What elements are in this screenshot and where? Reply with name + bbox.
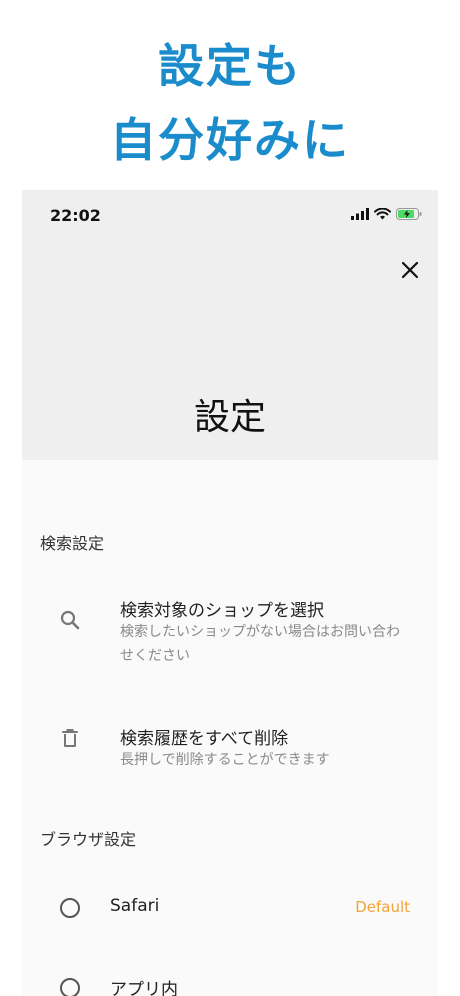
clear-history-subtitle: 長押しで削除することができます [120, 752, 330, 768]
radio-in-app-label: アプリ内 [110, 980, 178, 996]
promo-line-1: 設定も [158, 39, 302, 93]
radio-safari-label: Safari [110, 896, 160, 916]
clear-history-title: 検索履歴をすべて削除 [120, 729, 289, 749]
signal-icon [351, 208, 369, 220]
select-shops-subtitle: 検索したいショップがない場合はお問い合わせください [120, 624, 400, 664]
promo-headline: 設定も 自分好みに [0, 0, 460, 190]
promo-line-2: 自分好みに [110, 113, 350, 167]
clear-history-row[interactable]: 検索履歴をすべて削除 長押しで削除することができます [22, 722, 438, 782]
phone-screen: 22:02 設定 検索設定 検索対象のショップを選択 検索したいショップがない場… [22, 190, 438, 996]
settings-header: 22:02 設定 [22, 190, 438, 460]
trash-icon [62, 729, 78, 747]
select-shops-row[interactable]: 検索対象のショップを選択 検索したいショップがない場合はお問い合わせください [22, 590, 438, 680]
wifi-icon [374, 208, 391, 220]
page-title: 設定 [193, 397, 266, 438]
section-label-search: 検索設定 [40, 534, 105, 553]
browser-option-in-app[interactable]: アプリ内 [22, 970, 438, 996]
search-icon [60, 610, 80, 630]
browser-option-safari[interactable]: Safari Default [22, 890, 438, 926]
status-icons [351, 208, 422, 220]
battery-charging-icon [396, 208, 422, 220]
radio-in-app[interactable] [60, 978, 80, 996]
select-shops-title: 検索対象のショップを選択 [120, 601, 324, 621]
section-label-browser: ブラウザ設定 [40, 830, 137, 849]
status-time: 22:02 [50, 206, 101, 225]
default-badge: Default [355, 898, 410, 916]
radio-safari[interactable] [60, 898, 80, 918]
close-icon[interactable] [398, 258, 422, 282]
